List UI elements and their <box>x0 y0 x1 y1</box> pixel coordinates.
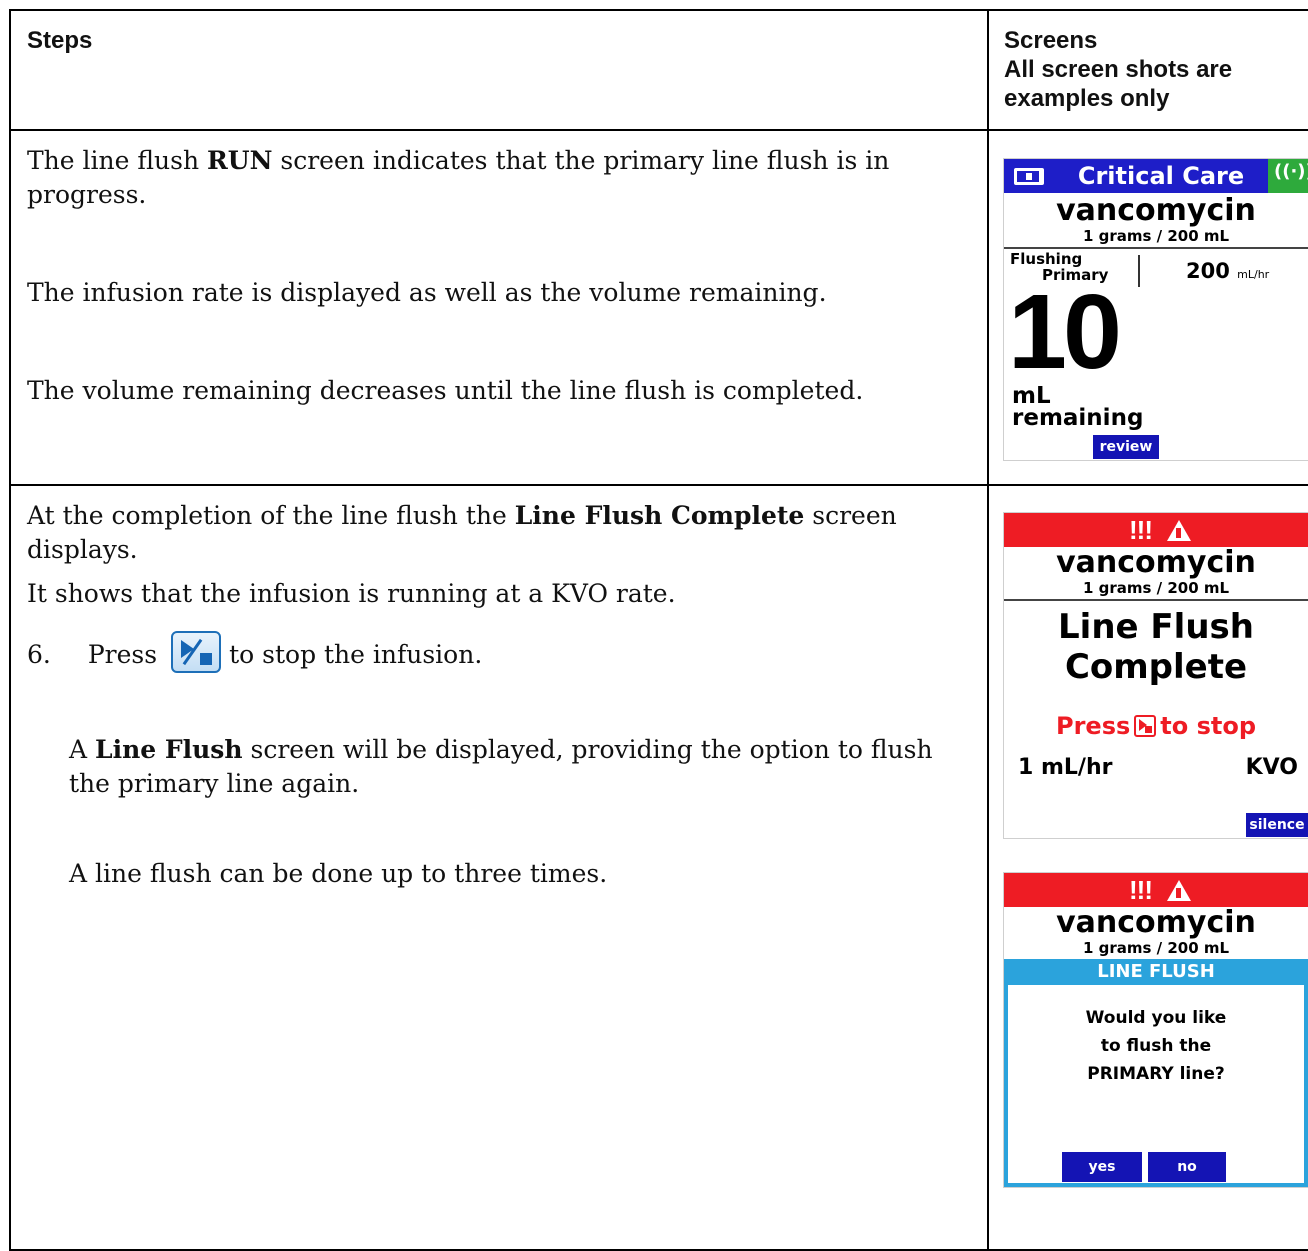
step-action-text: to stop the infusion. <box>229 640 483 669</box>
dialog-question-line-2: to flush the <box>1100 1036 1212 1056</box>
drug-name: vancomycin <box>1056 905 1256 940</box>
screens-header-note-2: examples only <box>1004 85 1170 112</box>
separator <box>1138 255 1140 287</box>
volume-remaining-label: remaining <box>1012 405 1144 431</box>
row1-screens-cell: Critical Care ((·)) vancomycin 1 grams /… <box>987 129 1308 486</box>
row2-screens-cell: !!! vancomycin 1 grams / 200 mL Line Flu… <box>987 484 1308 1251</box>
drug-concentration: 1 grams / 200 mL <box>1082 227 1230 245</box>
infusion-rate: 200 mL/hr <box>1186 259 1270 283</box>
procedure-table: Steps Screens All screen shots are examp… <box>9 9 1308 1251</box>
dialog-question-line-3: PRIMARY line? <box>1087 1064 1225 1084</box>
kvo-rate: 1 mL/hr <box>1018 755 1113 780</box>
volume-remaining-value: 10 <box>1008 273 1122 391</box>
kvo-label: KVO <box>1245 755 1298 780</box>
review-button[interactable]: review <box>1093 435 1159 459</box>
drug-concentration: 1 grams / 200 mL <box>1082 939 1230 957</box>
row2-paragraph-4: A line flush can be done up to three tim… <box>69 859 608 888</box>
row2-paragraph-2: It shows that the infusion is running at… <box>27 579 676 608</box>
alert-bar: !!! <box>1004 873 1308 907</box>
dialog-title: LINE FLUSH <box>1004 959 1308 985</box>
screen-title-line-2: Complete <box>1064 647 1248 687</box>
rate-unit: mL/hr <box>1237 268 1270 281</box>
run-keyword: RUN <box>207 146 273 175</box>
yes-button[interactable]: yes <box>1062 1152 1142 1182</box>
screens-header-title: Screens <box>1004 27 1098 54</box>
alert-marks: !!! <box>1129 515 1153 545</box>
run-screen: Critical Care ((·)) vancomycin 1 grams /… <box>1003 158 1308 461</box>
row1-steps-cell: The line flush RUN screen indicates that… <box>9 129 989 486</box>
screens-header: Screens All screen shots are examples on… <box>987 9 1308 131</box>
silence-button[interactable]: silence <box>1246 813 1308 837</box>
alert-marks: !!! <box>1129 875 1153 905</box>
line-flush-complete-keyword: Line Flush Complete <box>514 501 805 530</box>
line-flush-complete-screen: !!! vancomycin 1 grams / 200 mL Line Flu… <box>1003 512 1308 839</box>
row2-paragraph-1: At the completion of the line flush the … <box>27 501 897 564</box>
drug-concentration: 1 grams / 200 mL <box>1082 579 1230 597</box>
drug-name: vancomycin <box>1056 545 1256 580</box>
row1-paragraph-3: The volume remaining decreases until the… <box>27 376 864 405</box>
divider <box>1004 599 1308 601</box>
step-press-label: Press <box>87 640 158 669</box>
screens-header-note-1: All screen shots are <box>1004 56 1233 83</box>
row2-paragraph-3: A Line Flush screen will be displayed, p… <box>69 735 933 798</box>
volume-unit: mL <box>1012 383 1051 409</box>
step-number: 6. <box>27 640 51 669</box>
step-6: 6. Press to stop the infusion. <box>27 631 967 673</box>
care-area-label: Critical Care <box>1077 162 1245 190</box>
divider <box>1004 247 1308 249</box>
row1-paragraph-1: The line flush RUN screen indicates that… <box>27 146 890 209</box>
line-flush-prompt-screen: !!! vancomycin 1 grams / 200 mL LINE FLU… <box>1003 872 1308 1188</box>
steps-header: Steps <box>9 9 989 131</box>
row1-paragraph-2: The infusion rate is displayed as well a… <box>27 278 827 307</box>
no-button[interactable]: no <box>1148 1152 1226 1182</box>
alert-bar: !!! <box>1004 513 1308 547</box>
run-stop-key-icon <box>171 631 222 673</box>
wireless-icon: ((·)) <box>1268 159 1308 193</box>
run-stop-key-icon <box>1134 715 1157 737</box>
press-to-stop-instruction: Press to stop <box>1055 712 1257 740</box>
dialog-question-line-1: Would you like <box>1085 1008 1227 1028</box>
line-flush-keyword: Line Flush <box>95 735 243 764</box>
row2-steps-cell: At the completion of the line flush the … <box>9 484 989 1251</box>
battery-icon <box>1014 168 1044 185</box>
screen-title-line-1: Line Flush <box>1058 607 1254 647</box>
drug-name: vancomycin <box>1056 193 1256 228</box>
